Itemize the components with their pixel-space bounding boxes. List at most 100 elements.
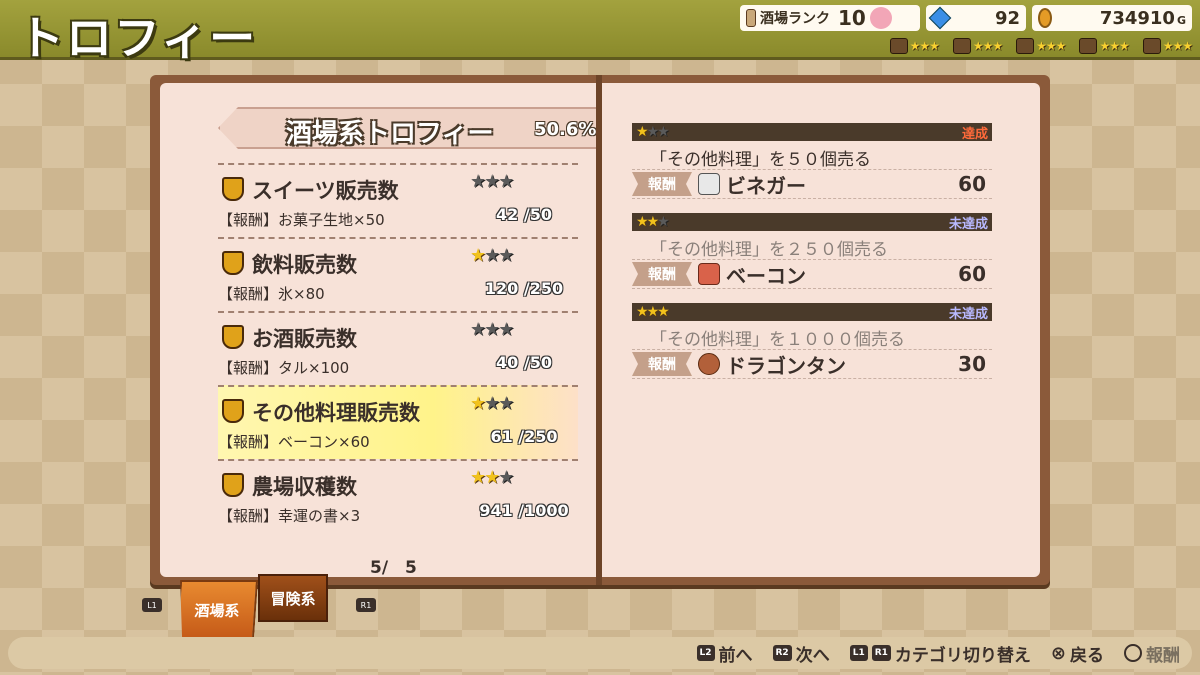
trophy-stars: ★★★ bbox=[470, 393, 514, 414]
mission-reward: 報酬 ベーコン 60 bbox=[632, 259, 992, 289]
trophy-list: スイーツ販売数 ★★★ 【報酬】お菓子生地×50 42 /50 飲料販売数 ★★… bbox=[218, 163, 578, 533]
category-title: 酒場系トロフィー bbox=[286, 119, 494, 149]
hint-switch-category[interactable]: L1 R1 カテゴリ切り替え bbox=[849, 641, 1031, 666]
hint-label: 報酬 bbox=[1146, 645, 1180, 666]
book-icon bbox=[952, 38, 971, 54]
trophy-icon bbox=[222, 177, 244, 201]
hint-back[interactable]: ⊗ 戻る bbox=[1051, 641, 1104, 666]
hint-reward[interactable]: 報酬 bbox=[1124, 641, 1180, 666]
trophy-icon bbox=[222, 251, 244, 275]
mission-header: ★★★ 未達成 bbox=[632, 213, 992, 232]
dragon-tongue-icon bbox=[698, 353, 720, 375]
trophy-reward: 【報酬】タル×100 bbox=[218, 359, 350, 377]
r1-button-hint: R1 bbox=[356, 598, 376, 612]
hint-label: カテゴリ切り替え bbox=[894, 645, 1031, 666]
trophy-progress: 941 /1000 bbox=[479, 501, 569, 522]
facility-pot: ★★★ bbox=[1079, 38, 1130, 54]
gem-count: 92 bbox=[994, 7, 1020, 29]
facility-stars: ★★★ bbox=[972, 39, 1003, 53]
r2-key-icon: R2 bbox=[772, 645, 792, 661]
mission-stars: ★★★ bbox=[636, 214, 670, 230]
mission-reward: 報酬 ドラゴンタン 30 bbox=[632, 349, 992, 379]
trophy-reward: 【報酬】ベーコン×60 bbox=[218, 433, 370, 451]
mission-description: 「その他料理」を１０００個売る bbox=[650, 330, 905, 350]
reward-quantity: 30 bbox=[958, 352, 986, 376]
trophy-name: 農場収穫数 bbox=[252, 475, 357, 499]
facility-stars: ★★★ bbox=[1036, 39, 1066, 53]
status-bar: 酒場ランク 10 92 734910 G bbox=[740, 5, 1192, 31]
gold-box: 734910 G bbox=[1032, 5, 1192, 31]
trophy-row-selected[interactable]: その他料理販売数 ★★★ 【報酬】ベーコン×60 61 /250 bbox=[218, 385, 578, 459]
reward-tag: 報酬 bbox=[632, 352, 692, 376]
screen-title: トロフィー bbox=[18, 11, 258, 65]
facility-ratings: ★★★ ★★★ ★★★ ★★★ ★★★ bbox=[889, 38, 1193, 54]
category-percent: 50.6% bbox=[534, 119, 597, 140]
trophy-row[interactable]: 飲料販売数 ★★★ 【報酬】氷×80 120 /250 bbox=[218, 237, 578, 311]
mission-tier-2: ★★★ 未達成 「その他料理」を２５０個売る 報酬 ベーコン 60 bbox=[632, 213, 992, 289]
trophy-progress: 42 /50 bbox=[478, 205, 570, 226]
mission-header: ★★★ 未達成 bbox=[632, 303, 992, 322]
trophy-reward: 【報酬】幸運の書×3 bbox=[218, 507, 361, 525]
left-page: 酒場系トロフィー 50.6% スイーツ販売数 ★★★ 【報酬】お菓子生地×50 … bbox=[160, 83, 598, 578]
reward-name: ドラゴンタン bbox=[726, 353, 846, 378]
mission-stars: ★★★ bbox=[636, 304, 670, 320]
mascot-icon bbox=[869, 7, 892, 29]
vinegar-bottle-icon bbox=[698, 173, 720, 195]
l1-button-hint: L1 bbox=[142, 598, 162, 612]
mission-tier-3: ★★★ 未達成 「その他料理」を１０００個売る 報酬 ドラゴンタン 30 bbox=[632, 303, 992, 379]
trophy-progress: 40 /50 bbox=[478, 353, 570, 374]
reward-name: ベーコン bbox=[726, 263, 806, 288]
circle-button-icon bbox=[1124, 644, 1142, 662]
mission-description: 「その他料理」を２５０個売る bbox=[650, 240, 888, 260]
trophy-stars: ★★★ bbox=[470, 245, 514, 266]
trophy-reward: 【報酬】氷×80 bbox=[218, 285, 325, 303]
trophy-reward: 【報酬】お菓子生地×50 bbox=[218, 211, 385, 229]
trophy-book: 酒場系トロフィー 50.6% スイーツ販売数 ★★★ 【報酬】お菓子生地×50 … bbox=[150, 75, 1050, 585]
facility-stars: ★★★ bbox=[1162, 39, 1193, 53]
r1-key-icon: R1 bbox=[871, 645, 891, 661]
bacon-icon bbox=[698, 263, 720, 285]
cross-button-icon: ⊗ bbox=[1050, 642, 1066, 664]
right-page: ★★★ 達成 「その他料理」を５０個売る 報酬 ビネガー 60 ★★★ 未達成 … bbox=[602, 83, 1040, 577]
reward-quantity: 60 bbox=[958, 262, 986, 286]
trophy-progress: 120 /250 bbox=[478, 279, 570, 300]
header-bar: トロフィー 酒場ランク 10 92 734910 G ★★★ ★★★ ★★★ ★★… bbox=[0, 0, 1200, 65]
reward-name: ビネガー bbox=[726, 173, 806, 198]
control-hints-bar: L2 前へ R2 次へ L1 R1 カテゴリ切り替え ⊗ 戻る 報酬 bbox=[8, 637, 1192, 669]
pot-icon bbox=[1079, 38, 1098, 54]
trophy-name: その他料理販売数 bbox=[252, 401, 420, 425]
facility-book: ★★★ bbox=[952, 38, 1003, 54]
facility-crate: ★★★ bbox=[1016, 38, 1066, 54]
mission-description: 「その他料理」を５０個売る bbox=[650, 150, 871, 170]
rank-value: 10 bbox=[838, 6, 866, 30]
tab-adventure[interactable]: 冒険系 bbox=[258, 574, 328, 622]
gold-unit: G bbox=[1176, 13, 1186, 27]
bottle-icon bbox=[746, 9, 756, 27]
facility-stars: ★★★ bbox=[909, 39, 940, 53]
mission-status: 未達成 bbox=[948, 216, 988, 232]
mission-tier-1: ★★★ 達成 「その他料理」を５０個売る 報酬 ビネガー 60 bbox=[632, 123, 992, 199]
tab-tavern[interactable]: 酒場系 bbox=[176, 580, 258, 640]
trophy-row[interactable]: お酒販売数 ★★★ 【報酬】タル×100 40 /50 bbox=[218, 311, 578, 385]
trophy-row[interactable]: 農場収穫数 ★★★ 【報酬】幸運の書×3 941 /1000 bbox=[218, 459, 578, 533]
trophy-progress: 61 /250 bbox=[478, 427, 570, 448]
trophy-icon bbox=[222, 399, 244, 423]
hint-label: 戻る bbox=[1070, 645, 1104, 666]
hint-next[interactable]: R2 次へ bbox=[772, 641, 830, 666]
reward-tag: 報酬 bbox=[632, 262, 692, 286]
reward-quantity: 60 bbox=[958, 172, 986, 196]
mission-status: 未達成 bbox=[948, 306, 988, 322]
page-indicator: 5/ 5 bbox=[370, 558, 417, 578]
l1-key-icon: L1 bbox=[849, 645, 868, 661]
mission-stars: ★★★ bbox=[636, 124, 670, 140]
facility-barrel: ★★★ bbox=[889, 38, 940, 54]
trophy-stars: ★★★ bbox=[470, 467, 514, 488]
trophy-stars: ★★★ bbox=[470, 319, 514, 340]
hint-label: 次へ bbox=[795, 645, 830, 666]
facility-helmet: ★★★ bbox=[1142, 38, 1193, 54]
hint-prev[interactable]: L2 前へ bbox=[696, 641, 753, 666]
trophy-stars: ★★★ bbox=[470, 171, 514, 192]
trophy-row[interactable]: スイーツ販売数 ★★★ 【報酬】お菓子生地×50 42 /50 bbox=[218, 163, 578, 237]
trophy-name: スイーツ販売数 bbox=[252, 179, 399, 203]
mission-header: ★★★ 達成 bbox=[632, 123, 992, 142]
